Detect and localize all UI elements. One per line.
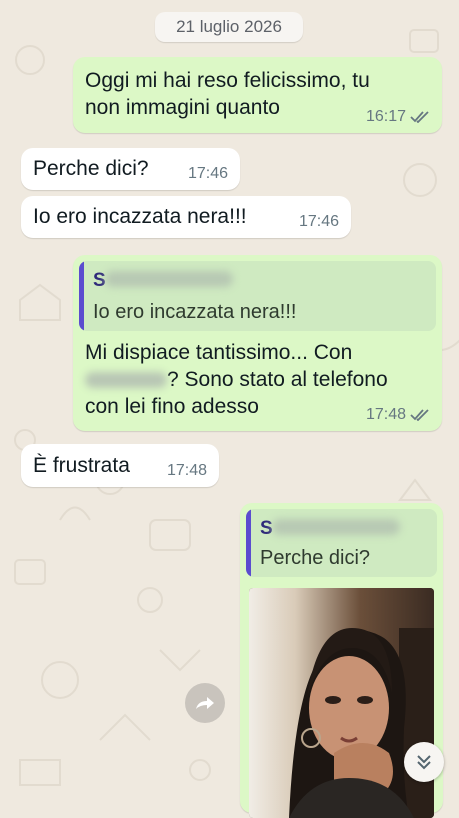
quoted-message[interactable]: S Io ero incazzata nera!!!: [79, 261, 436, 331]
scroll-to-bottom-button[interactable]: [404, 742, 444, 782]
video-frame: [249, 588, 434, 818]
quote-sender-initial: S: [93, 270, 106, 291]
message-meta: 16:17: [366, 108, 430, 126]
quote-sender-name-redacted: [105, 271, 233, 287]
quote-bar: [246, 509, 251, 577]
message-time: 16:17: [365, 108, 406, 125]
message-incoming[interactable]: È frustrata 17:48: [21, 444, 219, 487]
quoted-message[interactable]: S Perche dici?: [246, 509, 437, 577]
message-time: 17:48: [365, 406, 406, 423]
quote-sender-initial: S: [260, 518, 273, 539]
forward-button[interactable]: [185, 683, 225, 723]
double-chevron-down-icon: [417, 755, 431, 770]
message-text-line: con lei fino adesso: [85, 395, 259, 418]
message-text: È frustrata: [33, 454, 130, 477]
date-separator: 21 luglio 2026: [155, 12, 303, 42]
forward-icon: [196, 697, 214, 709]
message-outgoing-reply[interactable]: S Io ero incazzata nera!!! Mi dispiace t…: [73, 255, 442, 431]
message-meta: 17:46: [299, 213, 339, 231]
quote-text: Io ero incazzata nera!!!: [93, 301, 297, 323]
message-time: 17:48: [166, 462, 207, 479]
redacted-name: [85, 372, 167, 389]
message-time: 17:46: [298, 213, 339, 230]
double-check-icon: [410, 111, 429, 123]
message-text-line: ? Sono stato al telefono: [167, 368, 388, 391]
message-meta: 17:48: [167, 462, 207, 480]
video-thumbnail[interactable]: [249, 588, 434, 818]
message-text: Oggi mi hai reso felicissimo, tu non imm…: [85, 69, 370, 119]
message-incoming[interactable]: Io ero incazzata nera!!! 17:46: [21, 196, 351, 238]
message-text: Perche dici?: [33, 157, 149, 180]
quote-text: Perche dici?: [260, 547, 371, 569]
double-check-icon: [410, 409, 429, 421]
quote-bar: [79, 261, 84, 331]
message-text-line: Mi dispiace tantissimo... Con: [85, 341, 353, 364]
quote-sender-name-redacted: [272, 519, 400, 535]
message-time: 17:46: [187, 165, 228, 182]
message-outgoing[interactable]: Oggi mi hai reso felicissimo, tu non imm…: [73, 57, 442, 133]
message-meta: 17:46: [188, 165, 228, 183]
message-meta: 17:48: [366, 406, 430, 424]
message-text: Io ero incazzata nera!!!: [33, 205, 247, 228]
message-incoming[interactable]: Perche dici? 17:46: [21, 148, 240, 190]
